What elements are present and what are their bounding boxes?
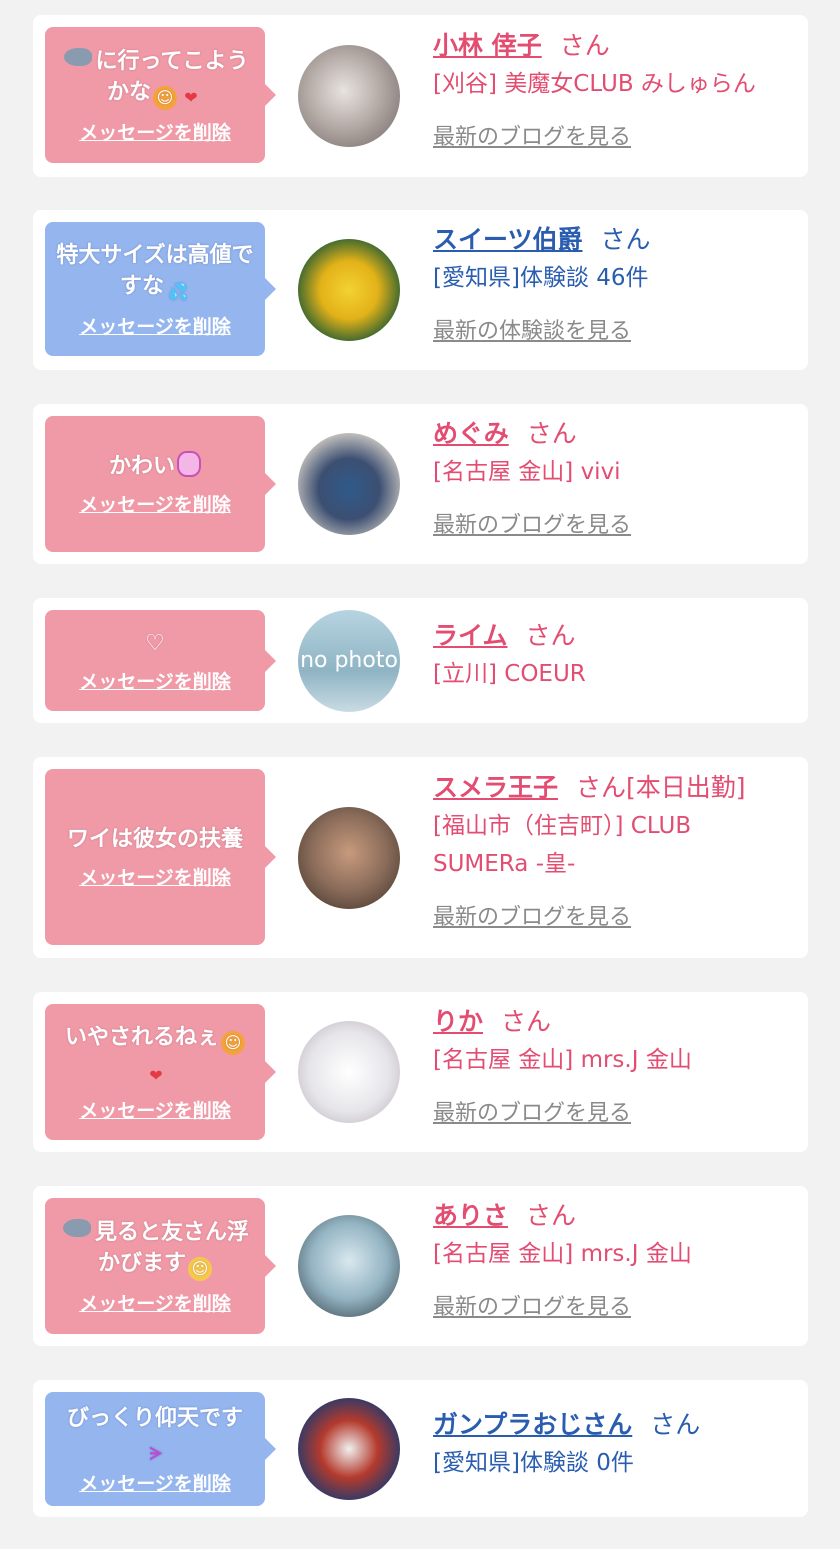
message-card: 見ると友さん浮かびます ☺ メッセージを削除 ありさ さん [名古屋 金山] mrs… [33,1186,808,1346]
message-bubble: 特大サイズは高値ですな 💦 メッセージを削除 [45,222,276,356]
user-info: りか さん [名古屋 金山] mrs.J 金山 最新のブログを見る [433,1005,798,1127]
honorific-status: さん[本日出勤] [576,773,746,802]
message-bubble: いやされるねぇ ☺ ❤ メッセージを削除 [45,1004,276,1140]
latest-blog-link[interactable]: 最新のブログを見る [433,1289,798,1321]
avatar[interactable] [298,1215,400,1317]
honorific: さん [525,621,576,650]
message-bubble: ♡ メッセージを削除 [45,610,276,711]
latest-blog-link[interactable]: 最新のブログを見る [433,119,798,151]
honorific: さん [501,1007,552,1036]
message-text: いやされるねぇ ☺ ❤ [65,1022,245,1088]
message-bubble: びっくり仰天です ᗒ メッセージを削除 [45,1392,276,1506]
message-card: びっくり仰天です ᗒ メッセージを削除 ガンプラおじさん さん [愛知県]体験談 0… [33,1380,808,1517]
delete-message-link[interactable]: メッセージを削除 [79,118,231,145]
message-text: ワイは彼女の扶養 [66,827,243,852]
avatar[interactable]: no photo [298,610,400,712]
user-name-link[interactable]: スメラ王子 [433,773,558,802]
shop-label: [愛知県]体験談 0件 [433,1450,634,1476]
message-bubble: に行ってこようかな ☺ ❤ メッセージを削除 [45,27,276,163]
message-text: かわい [109,451,201,482]
user-info: スイーツ伯爵 さん [愛知県]体験談 46件 最新の体験談を見る [433,223,798,345]
message-text: に行ってこようかな ☺ ❤ [53,46,257,110]
message-card: に行ってこようかな ☺ ❤ メッセージを削除 小林 倖子 さん [刈谷] 美魔女CLU… [33,15,808,177]
honorific: さん [600,225,651,254]
shop-label: [刈谷] 美魔女CLUB みしゅらん [433,71,756,97]
user-info: めぐみ さん [名古屋 金山] vivi 最新のブログを見る [433,417,798,539]
honorific: さん [650,1410,701,1439]
shark-emoji [62,1218,91,1237]
message-text: 特大サイズは高値ですな 💦 [53,240,257,304]
avatar[interactable] [298,45,400,147]
avatar[interactable] [298,1021,400,1123]
user-name-link[interactable]: ガンプラおじさん [433,1410,632,1439]
delete-message-link[interactable]: メッセージを削除 [79,312,231,339]
shop-label: [愛知県]体験談 46件 [433,265,649,291]
user-info: ライム さん [立川] COEUR [433,619,798,693]
heart-emoji: ❤ [149,1065,163,1085]
message-card: 特大サイズは高値ですな 💦 メッセージを削除 スイーツ伯爵 さん [愛知県]体験談 … [33,210,808,370]
message-card: かわい メッセージを削除 めぐみ さん [名古屋 金山] vivi 最新のブログを… [33,404,808,564]
user-info: ガンプラおじさん さん [愛知県]体験談 0件 [433,1408,798,1482]
message-bubble: ワイは彼女の扶養 メッセージを削除 [45,769,276,945]
avatar[interactable] [298,433,400,535]
message-bubble: かわい メッセージを削除 [45,416,276,552]
honorific: さん [559,31,610,60]
shop-label: [名古屋 金山] vivi [433,459,621,485]
sweat-emoji: 💦 [168,281,188,301]
latest-blog-link[interactable]: 最新のブログを見る [433,507,798,539]
message-bubble: 見ると友さん浮かびます ☺ メッセージを削除 [45,1198,276,1334]
latest-blog-link[interactable]: 最新のブログを見る [433,899,798,931]
heart-emoji: ❤ [184,87,198,107]
shop-label: [立川] COEUR [433,661,586,687]
delete-message-link[interactable]: メッセージを削除 [79,1289,231,1316]
smile-emoji: ☺ [153,85,177,110]
delete-message-link[interactable]: メッセージを削除 [79,1096,231,1123]
user-name-link[interactable]: 小林 倖子 [433,31,542,60]
latest-review-link[interactable]: 最新の体験談を見る [433,313,798,345]
shop-label: [福山市（住吉町）] CLUB SUMERa -皇- [433,813,692,877]
user-name-link[interactable]: スイーツ伯爵 [433,225,583,254]
avatar[interactable] [298,239,400,341]
shop-label: [名古屋 金山] mrs.J 金山 [433,1241,692,1267]
delete-message-link[interactable]: メッセージを削除 [79,667,231,694]
message-text: びっくり仰天です ᗒ [66,1405,243,1465]
latest-blog-link[interactable]: 最新のブログを見る [433,1095,798,1127]
avatar[interactable] [298,807,400,909]
rabbit-emoji [177,451,201,477]
user-name-link[interactable]: ライム [433,621,508,650]
message-card: ♡ メッセージを削除 no photo ライム さん [立川] COEUR [33,598,808,723]
user-info: 小林 倖子 さん [刈谷] 美魔女CLUB みしゅらん 最新のブログを見る [433,29,798,151]
user-name-link[interactable]: ありさ [433,1201,508,1230]
delete-message-link[interactable]: メッセージを削除 [79,863,231,890]
delete-message-link[interactable]: メッセージを削除 [79,1469,231,1496]
message-text: ♡ [145,630,165,656]
user-info: スメラ王子 さん[本日出勤] [福山市（住吉町）] CLUB SUMERa -皇-… [433,771,798,931]
user-name-link[interactable]: めぐみ [433,419,509,448]
shocked-emoji: ᗒ [149,1443,163,1465]
shark-emoji [63,47,92,66]
user-name-link[interactable]: りか [433,1007,483,1036]
shop-label: [名古屋 金山] mrs.J 金山 [433,1047,692,1073]
user-info: ありさ さん [名古屋 金山] mrs.J 金山 最新のブログを見る [433,1199,798,1321]
honorific: さん [526,1201,577,1230]
message-card: ワイは彼女の扶養 メッセージを削除 スメラ王子 さん[本日出勤] [福山市（住吉町… [33,757,808,958]
honorific: さん [526,419,577,448]
blush-emoji: ☺ [188,1256,212,1281]
smile-emoji: ☺ [221,1030,245,1055]
message-card: いやされるねぇ ☺ ❤ メッセージを削除 りか さん [名古屋 金山] mrs.J 金… [33,992,808,1152]
avatar[interactable] [298,1398,400,1500]
delete-message-link[interactable]: メッセージを削除 [79,490,231,517]
message-text: 見ると友さん浮かびます ☺ [53,1217,257,1281]
